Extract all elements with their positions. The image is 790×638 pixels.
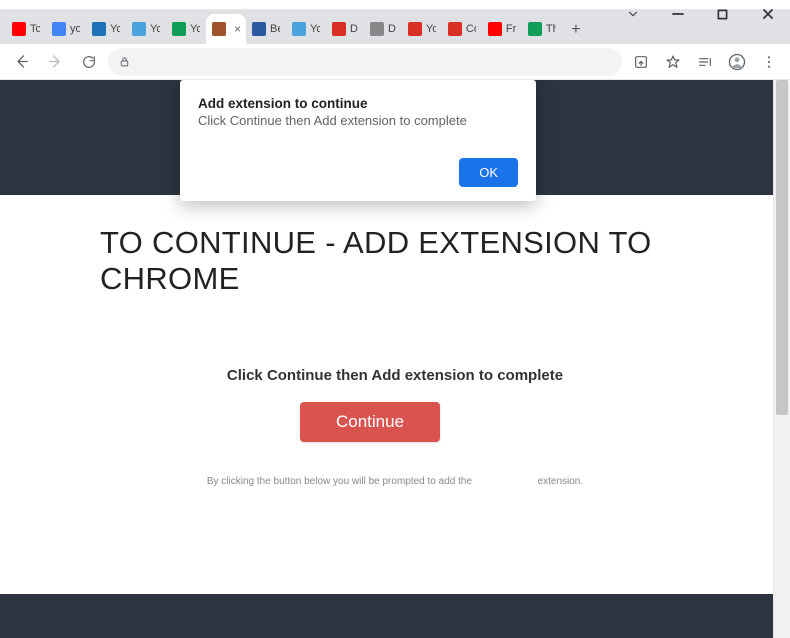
share-icon [633,54,649,70]
browser-tab[interactable]: To [6,14,46,44]
bookmark-button[interactable] [658,47,688,77]
browser-tab[interactable]: × [206,14,246,44]
maximize-icon [717,9,728,20]
arrow-left-icon [13,53,30,70]
tab-close-icon[interactable]: × [234,22,241,36]
tab-label: Yo [310,23,320,35]
dialog-body: Click Continue then Add extension to com… [198,113,518,128]
browser-tab[interactable]: Be [246,14,286,44]
tab-label: Yo [426,23,436,35]
tab-favicon [212,22,226,36]
tab-favicon [292,22,306,36]
chevron-down-icon [626,7,640,21]
tab-favicon [528,22,542,36]
tab-label: Th [546,23,556,35]
continue-button[interactable]: Continue [300,402,440,442]
tab-favicon [172,22,186,36]
tab-favicon [12,22,26,36]
tab-label: D [388,23,396,35]
browser-tab[interactable]: Yo [402,14,442,44]
close-icon [762,8,774,20]
tab-favicon [408,22,422,36]
scroll-thumb[interactable] [776,80,788,415]
profile-icon [728,53,746,71]
window-tab-dropdown[interactable] [610,0,655,28]
reading-list-button[interactable] [690,47,720,77]
window-controls [610,0,790,28]
browser-tab[interactable]: Yo [286,14,326,44]
nav-reload-button[interactable] [74,47,104,77]
address-bar[interactable] [108,48,622,76]
tab-favicon [252,22,266,36]
browser-tab[interactable]: Th [522,14,562,44]
fineprint-b: extension. [538,476,584,487]
page-subline: Click Continue then Add extension to com… [50,367,740,384]
vertical-scrollbar[interactable] [773,80,790,638]
browser-tab[interactable]: D [326,14,364,44]
toolbar [0,44,790,80]
star-icon [665,54,681,70]
window-minimize-button[interactable] [655,0,700,28]
menu-button[interactable] [754,47,784,77]
tab-favicon [52,22,66,36]
share-button[interactable] [626,47,656,77]
page-fineprint: By clicking the button below you will be… [50,476,740,487]
reading-list-icon [697,54,713,70]
tab-favicon [92,22,106,36]
kebab-icon [761,54,777,70]
profile-button[interactable] [722,47,752,77]
arrow-right-icon [47,53,64,70]
tab-favicon [132,22,146,36]
reload-icon [81,54,97,70]
tab-label: Yo [150,23,160,35]
browser-tab[interactable]: Yo [126,14,166,44]
javascript-dialog: Add extension to continue Click Continue… [180,80,536,201]
browser-tab[interactable]: Fr [482,14,522,44]
page-viewport: TO CONTINUE - ADD EXTENSION TO CHROME Cl… [0,80,790,638]
browser-tab[interactable]: Yo [166,14,206,44]
browser-tab[interactable]: D [364,14,402,44]
lock-icon [118,55,131,68]
new-tab-button[interactable]: + [562,16,590,44]
tab-label: Co [466,23,476,35]
tab-label: Fr [506,23,516,35]
browser-tab[interactable]: Yo [86,14,126,44]
window-close-button[interactable] [745,0,790,28]
dialog-ok-button[interactable]: OK [459,158,518,187]
tab-favicon [448,22,462,36]
dialog-title: Add extension to continue [198,96,518,111]
page-headline: TO CONTINUE - ADD EXTENSION TO CHROME [100,225,740,297]
tab-label: Yo [110,23,120,35]
nav-back-button[interactable] [6,47,36,77]
window-maximize-button[interactable] [700,0,745,28]
tab-favicon [488,22,502,36]
nav-forward-button[interactable] [40,47,70,77]
tab-label: To [30,23,40,35]
page-footer-band [0,594,773,638]
tab-label: yo [70,23,80,35]
minimize-icon [672,8,684,20]
page-main: TO CONTINUE - ADD EXTENSION TO CHROME Cl… [0,195,790,555]
tab-favicon [332,22,346,36]
fineprint-a: By clicking the button below you will be… [207,476,472,487]
tab-favicon [370,22,384,36]
browser-tab[interactable]: yo [46,14,86,44]
browser-tab[interactable]: Co [442,14,482,44]
tab-label: Yo [190,23,200,35]
tab-label: D [350,23,358,35]
tab-label: Be [270,23,280,35]
